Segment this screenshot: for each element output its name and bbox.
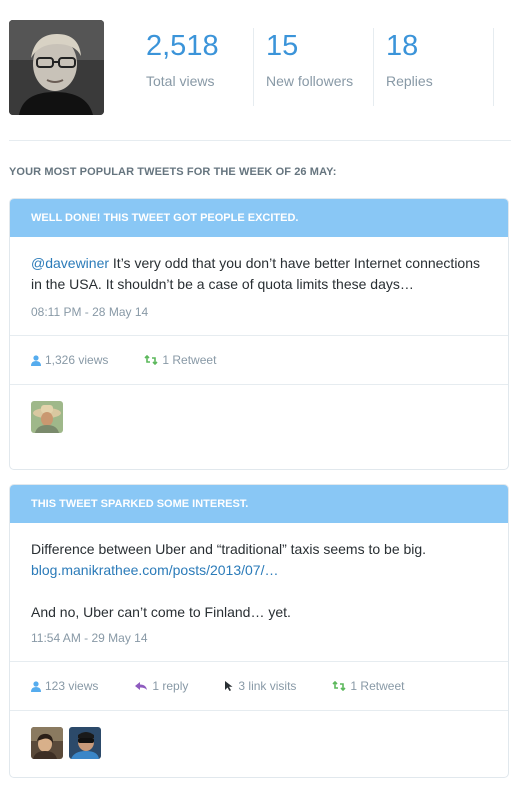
profile-avatar[interactable] xyxy=(9,20,104,115)
retweets-metric[interactable]: 1 Retweet xyxy=(332,679,404,693)
tweet-card-header: THIS TWEET SPARKED SOME INTEREST. xyxy=(10,485,508,523)
stat-value: 18 xyxy=(386,30,419,62)
tweet-card-header: WELL DONE! THIS TWEET GOT PEOPLE EXCITED… xyxy=(10,199,508,237)
section-title: YOUR MOST POPULAR TWEETS FOR THE WEEK OF… xyxy=(9,166,337,178)
views-count: 123 views xyxy=(45,679,99,693)
tweet-timestamp[interactable]: 11:54 AM - 29 May 14 xyxy=(10,631,508,645)
views-count: 1,326 views xyxy=(45,353,109,367)
engaged-users xyxy=(10,711,508,775)
link-visits-metric[interactable]: 3 link visits xyxy=(224,679,296,693)
user-photo xyxy=(31,727,63,759)
stat-label: Total views xyxy=(146,73,215,89)
user-photo xyxy=(69,727,101,759)
tweet-link[interactable]: blog.manikrathee.com/posts/2013/07/… xyxy=(31,560,487,581)
tweet-timestamp[interactable]: 08:11 PM - 28 May 14 xyxy=(10,305,508,319)
user-photo xyxy=(31,401,63,433)
retweet-icon xyxy=(332,681,346,691)
retweets-metric[interactable]: 1 Retweet xyxy=(144,353,216,367)
replies-metric[interactable]: 1 reply xyxy=(134,679,188,693)
person-icon xyxy=(31,680,41,692)
tweet-text: Difference between Uber and “traditional… xyxy=(10,539,508,623)
replies-count: 1 reply xyxy=(152,679,189,693)
stat-label: Replies xyxy=(386,73,433,89)
retweets-count: 1 Retweet xyxy=(162,353,217,367)
profile-photo xyxy=(9,20,104,115)
tweet-body: Difference between Uber and “traditional… xyxy=(31,541,427,557)
tweet-metrics: 123 views 1 reply 3 link visits 1 Retwee… xyxy=(10,662,508,710)
tweet-card: THIS TWEET SPARKED SOME INTEREST. Differ… xyxy=(9,484,509,778)
engaged-users xyxy=(10,385,508,449)
retweet-icon xyxy=(144,355,158,365)
stat-new-followers: 15 New followers xyxy=(266,28,374,106)
stat-label: New followers xyxy=(266,73,354,89)
tweet-body: And no, Uber can’t come to Finland… yet. xyxy=(31,604,291,620)
mention-link[interactable]: @davewiner xyxy=(31,255,109,271)
views-metric[interactable]: 1,326 views xyxy=(31,353,108,367)
stat-replies: 18 Replies xyxy=(386,28,494,106)
stat-value: 2,518 xyxy=(146,30,219,62)
tweet-text: @davewiner It’s very odd that you don’t … xyxy=(10,253,508,295)
cursor-icon xyxy=(225,681,233,691)
stat-value: 15 xyxy=(266,30,299,62)
link-visits-count: 3 link visits xyxy=(238,679,297,693)
user-avatar[interactable] xyxy=(31,727,63,759)
retweets-count: 1 Retweet xyxy=(350,679,405,693)
reply-icon xyxy=(135,682,148,690)
person-icon xyxy=(31,354,41,366)
divider xyxy=(9,140,511,141)
user-avatar[interactable] xyxy=(31,401,63,433)
tweet-metrics: 1,326 views 1 Retweet xyxy=(10,336,508,384)
stat-total-views: 2,518 Total views xyxy=(146,28,254,106)
views-metric[interactable]: 123 views xyxy=(31,679,98,693)
user-avatar[interactable] xyxy=(69,727,101,759)
tweet-card: WELL DONE! THIS TWEET GOT PEOPLE EXCITED… xyxy=(9,198,509,470)
